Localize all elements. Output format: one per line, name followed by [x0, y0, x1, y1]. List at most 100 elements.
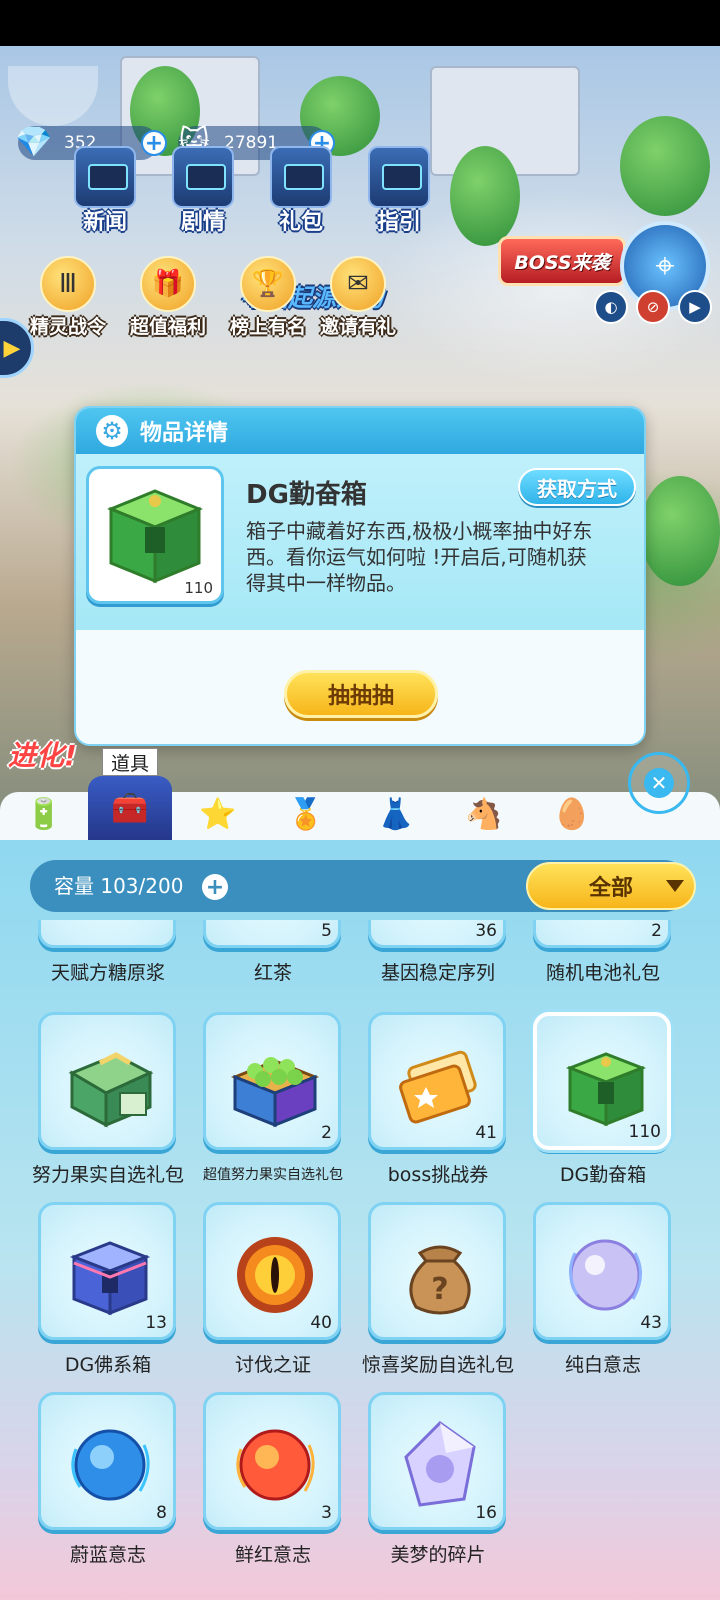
boss-event-button[interactable]: BOSS来袭	[498, 236, 626, 286]
item-detail-title: 物品详情	[140, 421, 229, 446]
item-cell[interactable]: ? 惊喜奖励自选礼包	[362, 1202, 514, 1376]
chat-voice-icon[interactable]: ◐	[594, 290, 628, 324]
news-button[interactable]: 新闻	[62, 146, 148, 242]
dragon-eye-icon	[237, 1237, 313, 1313]
item-row-partial: 天赋方糖原浆 5 红茶 36 基因稳定序列 2 随机电池礼包	[0, 920, 720, 1020]
svg-text:?: ?	[431, 1272, 448, 1307]
item-detail-description: 箱子中藏着好东西,极极小概率抽中好东西。看你运气如何啦 !开启后,可随机获得其中…	[246, 519, 593, 595]
value-benefits-button[interactable]: 🎁 超值福利	[118, 256, 218, 338]
item-frame	[38, 1012, 176, 1150]
item-cell[interactable]: 41 boss挑战券	[368, 1012, 508, 1186]
obtain-method-button[interactable]: 获取方式	[518, 468, 636, 506]
background-tree	[620, 116, 710, 216]
tab-eggs[interactable]: 🥚	[544, 788, 600, 840]
item-frame: ?	[368, 1202, 506, 1340]
item-name: 努力果实自选礼包	[31, 1164, 184, 1186]
diamond-icon: 💎	[15, 124, 53, 160]
expand-capacity-button[interactable]: +	[202, 874, 228, 900]
item-frame: 36	[368, 920, 506, 948]
item-detail-name: DG勤奋箱	[246, 480, 367, 510]
guide-button[interactable]: 指引	[356, 146, 442, 242]
fruit-crate-icon	[230, 1057, 320, 1128]
story-button[interactable]: 剧情	[160, 146, 246, 242]
item-cell[interactable]: 43 纯白意志	[533, 1202, 673, 1376]
item-cell[interactable]: 13 DG佛系箱	[38, 1202, 178, 1376]
tab-stars[interactable]: ⭐	[190, 788, 246, 840]
item-detail-count: 110	[184, 579, 213, 597]
battle-pass-icon: Ⅲ	[40, 256, 96, 312]
item-detail-header: ⚙ 物品详情	[76, 408, 644, 454]
trophy-icon: 🏆	[240, 256, 296, 312]
invitation-letter-icon: ✉	[330, 256, 386, 312]
blue-orb-icon	[71, 1429, 150, 1501]
item-count: 110	[628, 1122, 661, 1142]
item-cell[interactable]: 3 鲜红意志	[203, 1392, 343, 1566]
top-left-settings-button[interactable]	[8, 66, 98, 126]
dress-icon: 👗	[377, 796, 415, 832]
dream-crystal-shard-icon	[404, 1421, 476, 1507]
item-count: 5	[321, 921, 332, 941]
item-count: 43	[640, 1313, 662, 1333]
replay-icon[interactable]: ▶	[678, 290, 712, 324]
item-cell-selected[interactable]: 110 DG勤奋箱	[533, 1012, 673, 1186]
tab-battery[interactable]: 🔋	[16, 788, 72, 840]
invite-button[interactable]: ✉ 邀请有礼	[308, 256, 408, 338]
story-icon	[172, 146, 234, 208]
close-bag-button[interactable]: ✕	[628, 752, 690, 814]
green-chest-icon	[565, 1052, 647, 1127]
item-detail-footer: 抽抽抽	[76, 630, 644, 744]
capacity-bar: 容量 103/200 + 全部	[30, 860, 696, 912]
gear-icon: ⚙	[96, 415, 128, 447]
egg-icon: 🥚	[553, 796, 591, 832]
item-count: 36	[475, 921, 497, 941]
news-label: 新闻	[82, 210, 127, 235]
item-name: 讨伐之证	[234, 1354, 311, 1376]
item-frame: 2	[203, 1012, 341, 1150]
tab-items[interactable]: 🧰	[88, 776, 172, 840]
rocking-horse-icon: 🐴	[465, 796, 503, 832]
battle-pass-label: 精灵战令	[29, 316, 106, 338]
gift-pack-label: 礼包	[278, 210, 323, 235]
item-cell[interactable]: 5 红茶	[203, 920, 343, 984]
filter-dropdown[interactable]: 全部	[526, 862, 696, 910]
item-cell[interactable]: 2 随机电池礼包	[533, 920, 673, 984]
tab-outfits[interactable]: 👗	[368, 788, 424, 840]
bag-category-tabs: ✕ 道具 🔋 🧰 ⭐ 🏅 👗 🐴 🥚	[0, 748, 720, 840]
item-cell[interactable]: 40 讨伐之证	[203, 1202, 343, 1376]
mystery-bag-icon: ?	[409, 1245, 471, 1315]
item-name: 鲜红意志	[234, 1544, 311, 1566]
item-cell[interactable]: 天赋方糖原浆	[38, 920, 178, 984]
battle-pass-button[interactable]: Ⅲ 精灵战令	[18, 256, 118, 338]
item-cell[interactable]: 2 超值努力果实自选礼包	[203, 1012, 343, 1183]
invite-label: 邀请有礼	[319, 316, 396, 338]
bag-panel: 容量 103/200 + 全部 天赋方糖原浆 5 红茶 36 基因稳定序列 2 …	[0, 840, 720, 1600]
item-cell[interactable]: 16 美梦的碎片	[368, 1392, 508, 1566]
item-count: 13	[145, 1313, 167, 1333]
item-frame: 2	[533, 920, 671, 948]
evolve-banner-text: 进化!	[8, 739, 77, 772]
item-frame: 5	[203, 920, 341, 948]
item-cell[interactable]: 努力果实自选礼包	[32, 1012, 184, 1186]
item-frame: 8	[38, 1392, 176, 1530]
tab-badges[interactable]: 🏅	[278, 788, 334, 840]
item-cell[interactable]: 36 基因稳定序列	[368, 920, 508, 984]
badge-icon: 🏅	[287, 796, 325, 832]
item-name: 基因稳定序列	[380, 962, 495, 984]
item-cell[interactable]: 8 蔚蓝意志	[38, 1392, 178, 1566]
background-tree	[640, 476, 720, 586]
gift-pack-button[interactable]: 礼包	[258, 146, 344, 242]
story-label: 剧情	[180, 210, 225, 235]
item-count: 2	[651, 921, 662, 941]
item-count: 16	[475, 1503, 497, 1523]
tab-toys[interactable]: 🐴	[456, 788, 512, 840]
capacity-text: 容量 103/200	[54, 874, 184, 898]
guide-icon	[368, 146, 430, 208]
item-name: 美梦的碎片	[390, 1544, 486, 1566]
mute-icon[interactable]: ⊘	[636, 290, 670, 324]
draw-button[interactable]: 抽抽抽	[284, 670, 438, 718]
item-box-icon: 🧰	[111, 790, 149, 826]
star-icon: ⭐	[199, 796, 237, 832]
item-frame: 40	[203, 1202, 341, 1340]
value-benefits-label: 超值福利	[129, 316, 206, 338]
guide-label: 指引	[376, 210, 421, 235]
